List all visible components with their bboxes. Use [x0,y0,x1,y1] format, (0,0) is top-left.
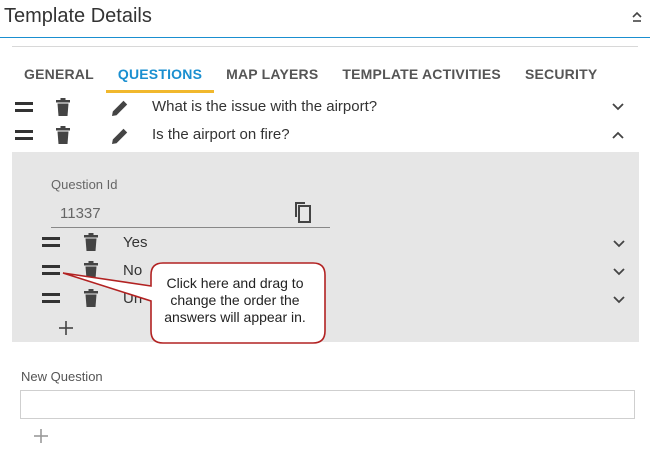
chevron-down-icon[interactable] [613,296,625,304]
answer-row: Un [12,286,639,314]
pencil-icon[interactable] [110,126,130,146]
question-id-value: 11337 [60,205,101,222]
pencil-icon[interactable] [110,98,130,118]
trash-icon[interactable] [84,233,98,251]
copy-icon[interactable] [292,201,312,223]
question-text: Is the airport on fire? [152,126,290,143]
trash-icon[interactable] [56,98,70,116]
tab-bar: GENERAL QUESTIONS MAP LAYERS TEMPLATE AC… [12,58,609,93]
tab-questions[interactable]: QUESTIONS [105,58,215,93]
question-row: Is the airport on fire? [12,123,638,151]
add-answer-icon[interactable] [58,320,74,336]
collapse-icon[interactable] [630,10,644,24]
drag-handle-icon[interactable] [15,102,33,114]
drag-handle-icon[interactable] [42,293,60,305]
tab-template-activities[interactable]: TEMPLATE ACTIVITIES [330,58,513,93]
trash-icon[interactable] [84,289,98,307]
tab-general[interactable]: GENERAL [12,58,106,93]
answer-text: Yes [123,234,148,251]
tab-security[interactable]: SECURITY [513,58,609,93]
answer-text: Un [123,290,143,307]
question-id-underline [51,227,330,228]
chevron-down-icon[interactable] [613,240,625,248]
new-question-label: New Question [21,369,103,384]
divider [12,46,638,47]
tab-map-layers[interactable]: MAP LAYERS [214,58,330,93]
chevron-down-icon[interactable] [613,268,625,276]
chevron-down-icon[interactable] [612,103,624,111]
panel-header: Template Details [0,0,650,38]
answer-row: No [12,258,639,286]
question-id-label: Question Id [51,177,118,192]
drag-handle-icon[interactable] [42,265,60,277]
question-row: What is the issue with the airport? [12,95,638,123]
new-question-input[interactable] [20,390,635,419]
drag-handle-icon[interactable] [42,237,60,249]
drag-handle-icon[interactable] [15,130,33,142]
trash-icon[interactable] [84,261,98,279]
answer-row: Yes [12,230,639,258]
page-title: Template Details [4,5,152,27]
add-question-icon[interactable] [33,428,49,444]
chevron-up-icon[interactable] [612,131,624,139]
question-text: What is the issue with the airport? [152,98,378,115]
answer-text: No [123,262,143,279]
trash-icon[interactable] [56,126,70,144]
question-detail-panel: Question Id 11337 Yes No Un [12,152,639,342]
